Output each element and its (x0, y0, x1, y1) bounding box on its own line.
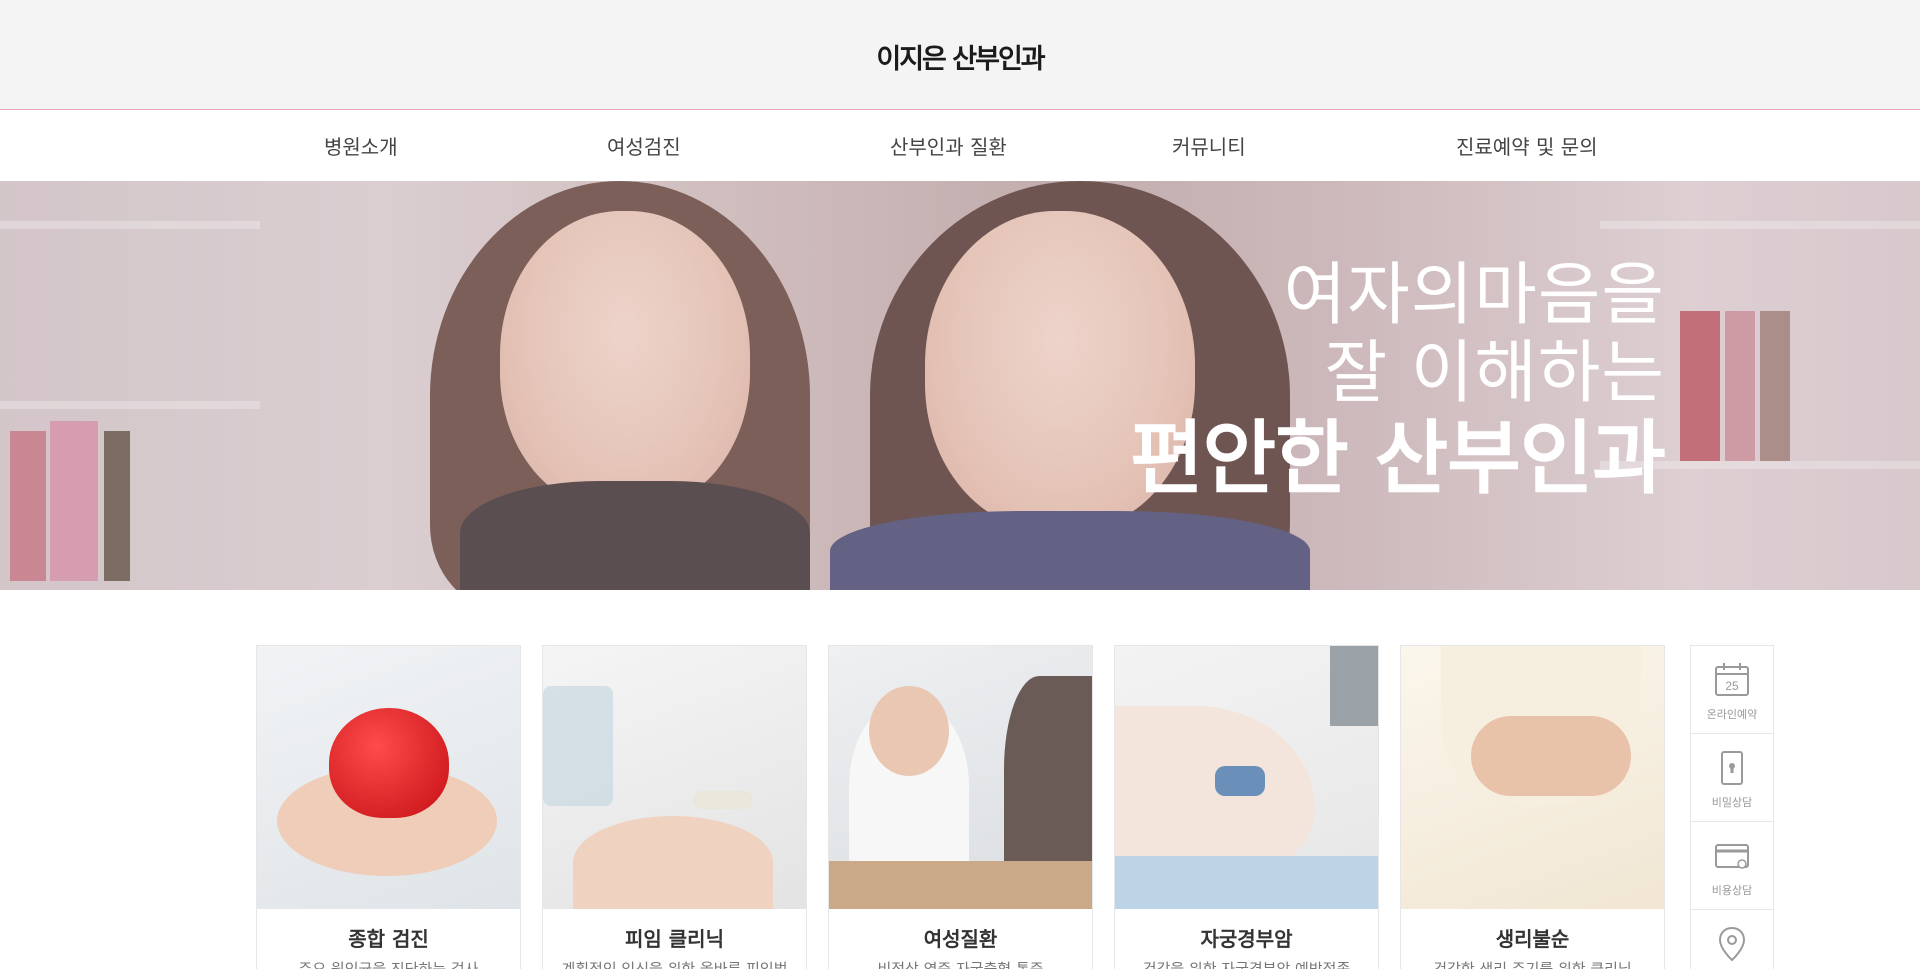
card-image (829, 646, 1092, 909)
quick-cost-consult[interactable]: 비용상담 (1691, 822, 1773, 910)
blanket (1115, 856, 1378, 909)
hands-icon (1471, 716, 1631, 796)
nav-item-about[interactable]: 병원소개 (324, 131, 398, 160)
card-desc: 건강한 생리 주기를 위한 클리닉 (1433, 960, 1632, 969)
hero-banner: 여자의마음을 잘 이해하는 편안한 산부인과 (0, 181, 1920, 590)
quick-label: 비밀상담 (1711, 796, 1753, 809)
card-title: 생리불순 (1495, 927, 1570, 951)
service-card-diseases[interactable]: 여성질환 비정상 염증 자궁출혈 통증 (828, 645, 1093, 969)
service-card-menstrual[interactable]: 생리불순 건강한 생리 주기를 위한 클리닉 (1400, 645, 1665, 969)
card-title: 자궁경부암 (1200, 927, 1293, 951)
quick-secret-consult[interactable]: 비밀상담 (1691, 734, 1773, 822)
service-card-cervical-cancer[interactable]: 자궁경부암 건강을 위한 자궁경부암 예방접종 (1114, 645, 1379, 969)
desk (829, 861, 1092, 909)
main-nav: 병원소개 여성검진 산부인과 질환 커뮤니티 진료예약 및 문의 (0, 111, 1920, 181)
card-desc: 주요 원인균을 진단하는 검사 (298, 960, 479, 969)
lock-phone-icon (1721, 751, 1743, 785)
nav-item-community[interactable]: 커뮤니티 (1172, 131, 1246, 160)
card-image (543, 646, 806, 909)
card-image (257, 646, 520, 909)
card-desc: 계획적인 임신을 위한 올바른 피임법 (561, 960, 788, 969)
quick-label: 비용상담 (1711, 884, 1753, 897)
service-card-checkup[interactable]: 종합 검진 주요 원인균을 진단하는 검사 (256, 645, 521, 969)
pill-pack-icon (693, 791, 753, 809)
water-glass-icon (543, 686, 613, 806)
hand-icon (573, 816, 773, 909)
calendar-day: 25 (1725, 679, 1739, 693)
abdomen (1115, 706, 1315, 876)
card-desc: 건강을 위한 자궁경부암 예방접종 (1142, 960, 1351, 969)
card-title: 여성질환 (923, 927, 998, 951)
hero-line-1: 여자의마음을 (1283, 256, 1665, 335)
card-image (1401, 646, 1664, 909)
hero-line-2: 잘 이해하는 (1324, 334, 1665, 413)
card-title: 종합 검진 (348, 927, 429, 951)
monitor (1330, 646, 1378, 726)
card-title: 피임 클리닉 (625, 927, 724, 951)
top-header: 이지은 산부인과 (0, 0, 1920, 110)
doctor-face (869, 686, 949, 776)
nav-item-reservation[interactable]: 진료예약 및 문의 (1456, 131, 1598, 160)
card-image (1115, 646, 1378, 909)
quick-menu: 25 온라인예약 비밀상담 비용상담 (1690, 645, 1774, 969)
hero-line-3: 편안한 산부인과 (1129, 412, 1666, 505)
service-card-contraception[interactable]: 피임 클리닉 계획적인 임신을 위한 올바른 피임법 (542, 645, 807, 969)
nav-item-checkup[interactable]: 여성검진 (607, 131, 681, 160)
card-icon (1715, 844, 1749, 869)
logo[interactable]: 이지은 산부인과 (0, 37, 1920, 76)
ultrasound-probe-icon (1215, 766, 1265, 796)
quick-location[interactable] (1691, 910, 1773, 969)
hero-text: 여자의마음을 잘 이해하는 편안한 산부인과 (1129, 256, 1666, 505)
card-desc: 비정상 염증 자궁출혈 통증 (877, 960, 1044, 969)
heart-icon (329, 708, 449, 818)
nav-item-diseases[interactable]: 산부인과 질환 (890, 131, 1007, 160)
calendar-icon: 25 (1715, 663, 1749, 696)
quick-label: 온라인예약 (1706, 708, 1758, 721)
location-pin-icon (1718, 926, 1746, 962)
quick-online-reservation[interactable]: 25 온라인예약 (1691, 646, 1773, 734)
